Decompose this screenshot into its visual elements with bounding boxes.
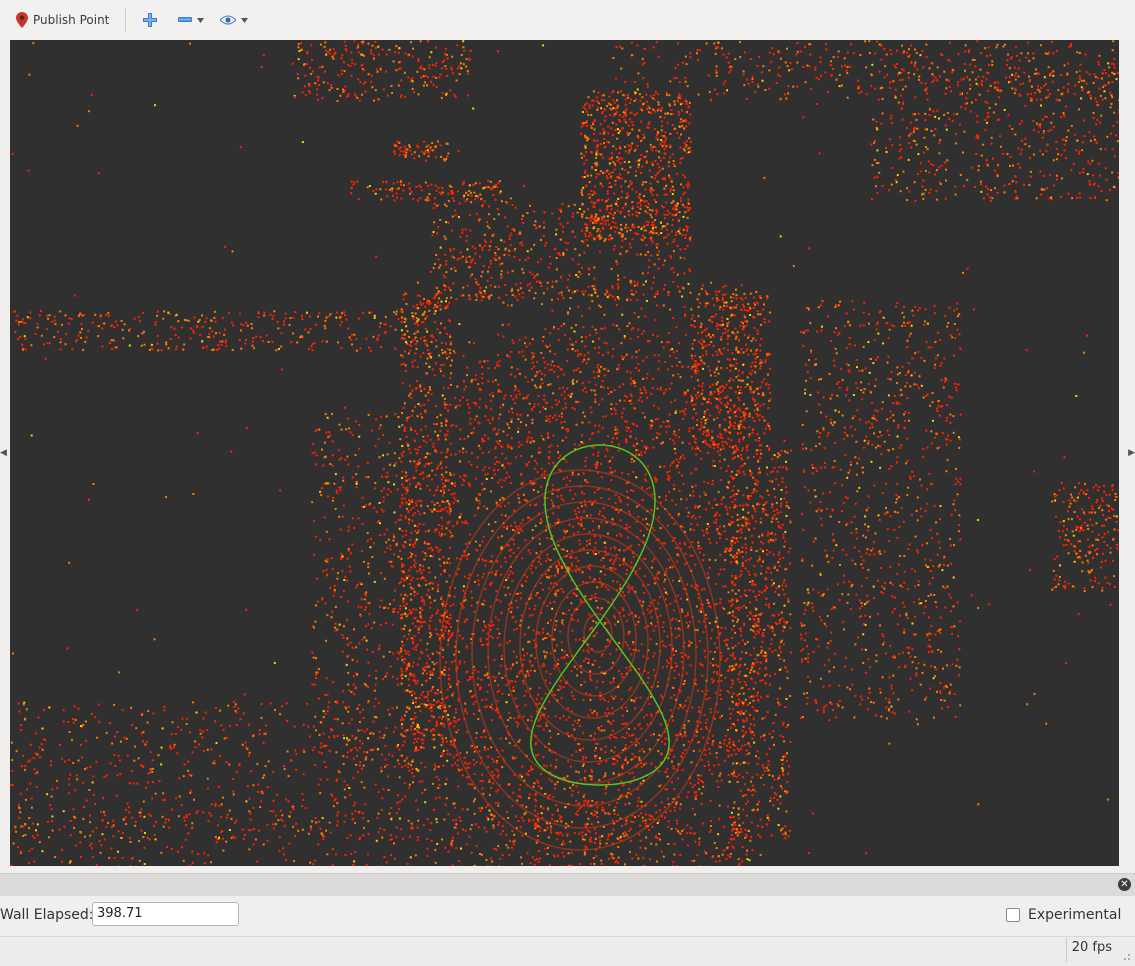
fps-readout: 20 fps bbox=[1066, 938, 1112, 962]
plus-icon bbox=[143, 13, 157, 27]
left-collapse-arrow[interactable]: ◀ bbox=[0, 448, 7, 458]
point-cloud-map bbox=[10, 40, 1119, 866]
wall-elapsed-label: Wall Elapsed: bbox=[0, 907, 93, 923]
trajectory-path bbox=[531, 445, 669, 785]
publish-point-button[interactable]: Publish Point bbox=[16, 9, 109, 31]
status-bar bbox=[0, 936, 1135, 966]
experimental-label: Experimental bbox=[1028, 907, 1121, 923]
experimental-checkbox[interactable] bbox=[1006, 908, 1020, 922]
right-collapse-arrow[interactable]: ▶ bbox=[1128, 448, 1135, 458]
map-pin-icon bbox=[16, 12, 28, 28]
view-options-button[interactable] bbox=[220, 9, 248, 31]
add-display-button[interactable] bbox=[143, 9, 157, 31]
chevron-down-icon bbox=[197, 18, 204, 23]
minus-icon bbox=[178, 17, 192, 23]
resize-grip-icon[interactable] bbox=[1121, 951, 1131, 961]
toolbar-separator bbox=[125, 8, 126, 32]
chevron-down-icon bbox=[241, 18, 248, 23]
scan-rings bbox=[440, 470, 720, 850]
wall-elapsed-field[interactable]: 398.71 bbox=[92, 902, 239, 926]
toolbar: Publish Point bbox=[0, 0, 1135, 40]
publish-point-label: Publish Point bbox=[33, 13, 109, 27]
eye-icon bbox=[220, 15, 236, 25]
close-icon[interactable]: ✕ bbox=[1118, 878, 1131, 891]
3d-render-viewport[interactable] bbox=[10, 40, 1119, 866]
panel-splitter[interactable]: ✕ bbox=[0, 873, 1135, 896]
remove-display-button[interactable] bbox=[178, 9, 204, 31]
point-cloud bbox=[10, 40, 1119, 866]
